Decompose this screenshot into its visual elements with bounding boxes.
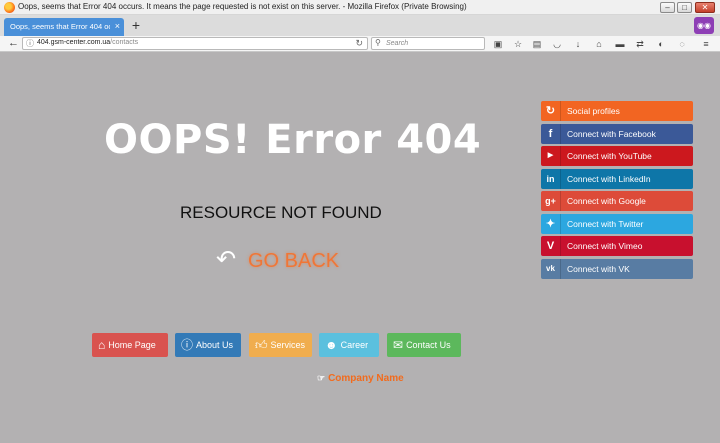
go-back-label: GO BACK	[248, 250, 340, 272]
url-text: 404.gsm-center.com.ua/contacts	[37, 39, 138, 46]
browser-window: Oops, seems that Error 404 occurs. It me…	[0, 0, 720, 443]
home-page-button[interactable]: ⌂ Home Page	[92, 333, 168, 357]
maximize-button[interactable]: □	[677, 2, 692, 13]
tab-close-icon[interactable]: ×	[115, 21, 120, 31]
social-label: Connect with VK	[567, 263, 630, 274]
error-subheading: RESOURCE NOT FOUND	[180, 203, 382, 222]
title-bar: Oops, seems that Error 404 occurs. It me…	[0, 0, 720, 15]
addon-icon[interactable]: ▬	[614, 38, 626, 50]
career-button[interactable]: ☻ Career	[319, 333, 379, 357]
about-us-label: About Us	[196, 340, 234, 350]
social-label: Connect with Google	[567, 196, 646, 206]
twitter-link[interactable]: ✦ Connect with Twitter	[541, 213, 693, 234]
url-host: 404.gsm-center.com.ua	[37, 39, 111, 46]
url-path: /contacts	[110, 39, 139, 46]
back-arrow-icon[interactable]: ←	[8, 37, 19, 49]
home-page-label: Home Page	[108, 340, 156, 350]
tab-active[interactable]: Oops, seems that Error 404 occurs... ×	[4, 18, 124, 36]
about-us-button[interactable]: ⓘ About Us	[175, 333, 241, 357]
extension-icon[interactable]: ▣	[492, 38, 504, 50]
vimeo-link[interactable]: V Connect with Vimeo	[541, 236, 693, 256]
palette-icon[interactable]: ◐	[655, 38, 667, 50]
error-heading: OOPS! Error 404	[104, 117, 482, 163]
linkedin-link[interactable]: in Connect with LinkedIn	[541, 168, 693, 189]
career-label: Career	[340, 340, 369, 350]
navigation-bar: ← ⓘ 404.gsm-center.com.ua/contacts ↻ ⚲ S…	[0, 36, 720, 52]
reply-arrow-icon: ↶	[216, 246, 237, 273]
youtube-icon: ▶	[541, 146, 561, 166]
download-icon[interactable]: ↓	[572, 38, 584, 50]
hand-pointer-icon: ☞	[317, 373, 326, 383]
window-title: Oops, seems that Error 404 occurs. It me…	[18, 2, 467, 11]
url-bar[interactable]: ⓘ 404.gsm-center.com.ua/contacts ↻	[22, 37, 368, 50]
vimeo-icon: V	[541, 236, 561, 256]
home-icon: ⌂	[98, 338, 106, 352]
social-label: Connect with Vimeo	[567, 241, 643, 251]
pocket-icon[interactable]: ◡	[551, 38, 563, 50]
tab-label: Oops, seems that Error 404 occurs...	[10, 22, 110, 31]
social-label: Connect with Facebook	[567, 128, 656, 139]
thumbs-up-icon: 👍︎	[255, 338, 268, 352]
menu-icon[interactable]: ≡	[700, 38, 712, 50]
bookmark-star-icon[interactable]: ☆	[512, 38, 524, 50]
search-bar[interactable]: ⚲ Search	[371, 37, 485, 50]
comments-icon: ✉	[393, 338, 404, 352]
search-placeholder: Search	[386, 40, 409, 47]
sync-icon[interactable]: ◌	[676, 38, 688, 50]
services-label: Services	[270, 340, 306, 350]
vk-link[interactable]: vk Connect with VK	[541, 258, 693, 279]
vk-icon: vk	[541, 258, 561, 279]
clipboard-icon[interactable]: ▤	[531, 38, 543, 50]
facebook-link[interactable]: f Connect with Facebook	[541, 123, 693, 144]
linkedin-icon: in	[541, 168, 561, 189]
services-button[interactable]: 👍︎ Services	[249, 333, 312, 357]
google-plus-link[interactable]: g+ Connect with Google	[541, 191, 693, 211]
twitter-icon: ✦	[541, 213, 561, 234]
users-icon: ☻	[325, 338, 338, 352]
contact-us-label: Contact Us	[406, 340, 451, 350]
social-label: Connect with YouTube	[567, 151, 652, 161]
page-content: OOPS! Error 404 RESOURCE NOT FOUND ↶ GO …	[0, 53, 720, 443]
google-plus-icon: g+	[541, 191, 561, 211]
company-link[interactable]: ☞ Company Name	[317, 373, 404, 384]
translate-icon[interactable]: ⇄	[634, 38, 646, 50]
home-icon[interactable]: ⌂	[593, 38, 605, 50]
private-browsing-icon: ◉◉	[694, 17, 714, 34]
firefox-icon	[4, 2, 15, 13]
close-window-button[interactable]: ✕	[695, 2, 715, 13]
social-label: Connect with LinkedIn	[567, 173, 651, 184]
company-name: Company Name	[328, 373, 404, 384]
new-tab-button[interactable]: +	[128, 18, 144, 34]
minimize-button[interactable]: –	[660, 2, 675, 13]
social-profiles-header: ↻ Social profiles	[541, 101, 693, 121]
youtube-link[interactable]: ▶ Connect with YouTube	[541, 146, 693, 166]
tab-bar: Oops, seems that Error 404 occurs... × +…	[0, 15, 720, 36]
facebook-icon: f	[541, 123, 561, 144]
contact-us-button[interactable]: ✉ Contact Us	[387, 333, 461, 357]
refresh-icon: ↻	[541, 101, 561, 121]
reload-icon[interactable]: ↻	[355, 38, 363, 49]
info-icon: ⓘ	[181, 338, 194, 352]
social-label: Social profiles	[567, 106, 620, 116]
info-icon[interactable]: ⓘ	[26, 38, 34, 49]
social-label: Connect with Twitter	[567, 218, 644, 229]
search-icon: ⚲	[375, 38, 381, 47]
